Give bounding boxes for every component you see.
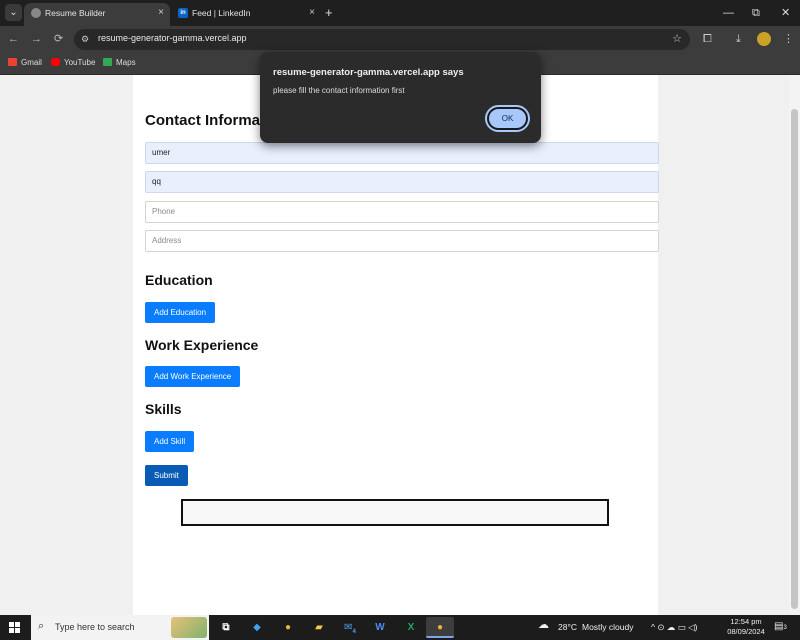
system-tray-icons[interactable]: ^ ⊙ ☁ ▭ ◁) bbox=[651, 622, 697, 633]
restore-icon[interactable]: ⧉ bbox=[752, 3, 760, 23]
close-window-icon[interactable]: ✕ bbox=[781, 3, 790, 23]
tab-close-icon[interactable]: × bbox=[309, 3, 315, 23]
dialog-message: please fill the contact information firs… bbox=[273, 86, 405, 95]
globe-icon bbox=[31, 8, 41, 18]
contact-heading: Contact Informa bbox=[145, 112, 261, 129]
bookmark-star-icon[interactable]: ☆ bbox=[672, 32, 682, 45]
search-icon: ⌕ bbox=[38, 620, 45, 632]
bookmark-maps[interactable]: Maps bbox=[103, 57, 136, 69]
tab-strip: ⌄ Resume Builder × in Feed | LinkedIn × … bbox=[0, 0, 800, 26]
tab-label: Feed | LinkedIn bbox=[192, 8, 251, 18]
add-work-experience-button[interactable]: Add Work Experience bbox=[145, 366, 241, 387]
scrollbar-thumb[interactable] bbox=[791, 109, 798, 609]
phone-field[interactable]: Phone bbox=[145, 201, 659, 223]
skills-heading: Skills bbox=[145, 401, 182, 417]
tab-resume-builder[interactable]: Resume Builder × bbox=[24, 3, 170, 26]
education-heading: Education bbox=[145, 272, 213, 288]
vscode-icon[interactable]: ◆ bbox=[243, 617, 271, 638]
dialog-title: resume-generator-gamma.vercel.app says bbox=[273, 67, 464, 78]
weather-condition[interactable]: Mostly cloudy bbox=[582, 622, 634, 633]
bookmark-label: YouTube bbox=[64, 58, 96, 67]
profile-avatar[interactable] bbox=[757, 32, 771, 46]
tab-linkedin[interactable]: in Feed | LinkedIn × bbox=[171, 3, 321, 26]
tab-search-button[interactable]: ⌄ bbox=[5, 4, 22, 21]
address-field[interactable]: Address bbox=[145, 230, 659, 252]
notification-icon[interactable]: ▤3 bbox=[774, 621, 787, 632]
ok-button[interactable]: OK bbox=[485, 105, 530, 132]
alert-dialog: resume-generator-gamma.vercel.app says p… bbox=[260, 52, 541, 143]
clock-date: 08/09/2024 bbox=[727, 627, 765, 636]
add-education-button[interactable]: Add Education bbox=[145, 302, 216, 323]
submit-button[interactable]: Submit bbox=[145, 465, 188, 486]
browser-toolbar: ← → ⟳ ⚙ resume-generator-gamma.vercel.ap… bbox=[0, 26, 800, 53]
clock-time: 12:54 pm bbox=[730, 617, 762, 626]
page-viewport: Contact Informa umer qq Phone Address Ed… bbox=[0, 75, 789, 615]
minimize-icon[interactable]: — bbox=[723, 3, 734, 23]
tab-close-icon[interactable]: × bbox=[158, 3, 164, 23]
site-settings-icon[interactable]: ⚙ bbox=[81, 33, 93, 45]
windows-start-icon[interactable] bbox=[9, 622, 20, 633]
mail-glyph: ✉ bbox=[344, 622, 353, 633]
page-scrollbar[interactable] bbox=[789, 75, 800, 615]
excel-icon[interactable]: X bbox=[397, 617, 425, 638]
new-tab-button[interactable]: + bbox=[325, 3, 333, 23]
extensions-icon[interactable]: ⧠ bbox=[703, 32, 712, 46]
email-field[interactable]: qq bbox=[145, 171, 659, 193]
chrome-active-icon[interactable]: ● bbox=[426, 617, 454, 638]
linkedin-icon: in bbox=[178, 8, 188, 18]
forward-icon[interactable]: → bbox=[31, 32, 42, 46]
search-placeholder: Type here to search bbox=[55, 622, 135, 632]
add-skill-button[interactable]: Add Skill bbox=[145, 431, 195, 452]
notification-count: 3 bbox=[783, 625, 787, 631]
taskbar-search[interactable]: ⌕ Type here to search bbox=[31, 615, 209, 640]
mail-icon[interactable]: ✉4 bbox=[336, 617, 364, 638]
word-icon[interactable]: W bbox=[366, 617, 394, 638]
bookmark-label: Maps bbox=[116, 58, 136, 67]
bookmark-youtube[interactable]: YouTube bbox=[51, 57, 95, 69]
menu-icon[interactable]: ⋮ bbox=[783, 32, 794, 46]
file-explorer-icon[interactable]: ▰ bbox=[305, 617, 333, 638]
resume-output-box bbox=[181, 499, 609, 526]
name-field[interactable]: umer bbox=[145, 142, 659, 164]
clock[interactable]: 12:54 pm 08/09/2024 bbox=[726, 617, 766, 637]
task-view-icon[interactable]: ⧉ bbox=[212, 617, 240, 638]
work-experience-heading: Work Experience bbox=[145, 337, 259, 353]
search-highlight-image bbox=[171, 617, 207, 638]
download-icon[interactable]: ⤓ bbox=[736, 32, 741, 46]
mail-badge: 4 bbox=[352, 629, 356, 635]
bookmark-label: Gmail bbox=[21, 58, 42, 67]
reload-icon[interactable]: ⟳ bbox=[54, 32, 63, 46]
resume-form: Contact Informa umer qq Phone Address Ed… bbox=[133, 75, 659, 615]
back-icon[interactable]: ← bbox=[8, 32, 19, 46]
weather-icon[interactable]: ☁ bbox=[538, 620, 549, 631]
chrome-icon[interactable]: ● bbox=[274, 617, 302, 638]
youtube-icon bbox=[51, 58, 60, 66]
gmail-icon bbox=[8, 58, 17, 66]
url-text[interactable]: resume-generator-gamma.vercel.app bbox=[98, 33, 247, 43]
bookmark-gmail[interactable]: Gmail bbox=[8, 57, 42, 69]
weather-temp[interactable]: 28°C bbox=[558, 622, 577, 633]
address-bar[interactable]: ⚙ resume-generator-gamma.vercel.app ☆ bbox=[74, 29, 690, 50]
tab-label: Resume Builder bbox=[45, 8, 106, 18]
taskbar: ⌕ Type here to search ⧉ ◆ ● ▰ ✉4 W X ● ☁… bbox=[0, 615, 800, 640]
maps-icon bbox=[103, 58, 112, 66]
